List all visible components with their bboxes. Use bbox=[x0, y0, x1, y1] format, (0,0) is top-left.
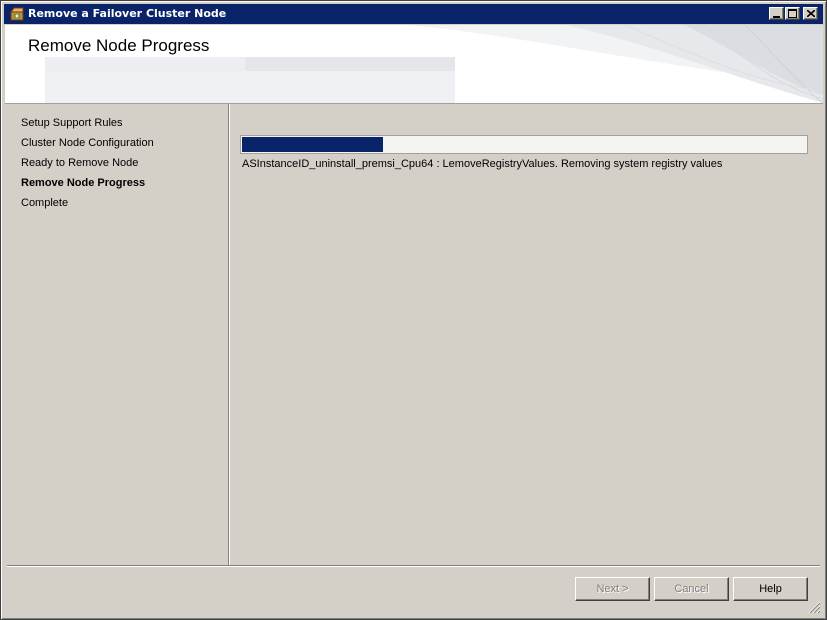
progress-fill bbox=[242, 137, 383, 152]
step-complete[interactable]: Complete bbox=[21, 196, 68, 210]
close-icon bbox=[807, 10, 815, 17]
maximize-button[interactable] bbox=[785, 7, 800, 20]
window-title: Remove a Failover Cluster Node bbox=[28, 7, 227, 20]
wizard-header: Remove Node Progress bbox=[5, 25, 823, 103]
wizard-window: Remove a Failover Cluster Node Remove No… bbox=[0, 0, 827, 620]
minimize-button[interactable] bbox=[769, 7, 784, 20]
progress-bar bbox=[240, 135, 808, 154]
sidebar-divider bbox=[228, 104, 229, 565]
footer-divider bbox=[7, 565, 820, 566]
resize-grip-icon[interactable] bbox=[807, 600, 821, 614]
next-button[interactable]: Next > bbox=[575, 577, 650, 601]
help-button[interactable]: Help bbox=[733, 577, 808, 601]
close-button[interactable] bbox=[803, 7, 818, 20]
step-setup-support-rules[interactable]: Setup Support Rules bbox=[21, 116, 123, 130]
steps-sidebar: Setup Support Rules Cluster Node Configu… bbox=[5, 104, 228, 564]
step-cluster-node-configuration[interactable]: Cluster Node Configuration bbox=[21, 136, 154, 150]
step-remove-node-progress[interactable]: Remove Node Progress bbox=[21, 176, 145, 190]
page-title: Remove Node Progress bbox=[28, 36, 210, 55]
step-ready-to-remove-node[interactable]: Ready to Remove Node bbox=[21, 156, 138, 170]
title-bar[interactable]: Remove a Failover Cluster Node bbox=[4, 4, 823, 24]
setup-box-icon bbox=[10, 7, 24, 21]
cancel-button[interactable]: Cancel bbox=[654, 577, 729, 601]
status-text: ASInstanceID_uninstall_premsi_Cpu64 : Le… bbox=[242, 158, 723, 170]
